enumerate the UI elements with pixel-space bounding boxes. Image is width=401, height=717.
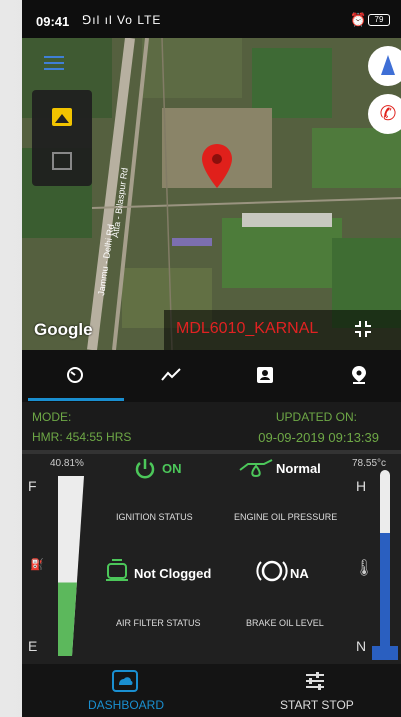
map-view[interactable]: Jammu - Delhi Rd Atta - Bilaspur Rd ✆ Go… — [22, 38, 401, 350]
tab-contact[interactable] — [218, 350, 313, 402]
satellite-layer-icon[interactable] — [52, 108, 72, 126]
sliders-icon[interactable] — [304, 670, 326, 692]
power-icon — [135, 459, 155, 479]
temperature-normal-label: N — [356, 638, 367, 654]
call-icon[interactable]: ✆ — [368, 94, 401, 134]
ignition-value: ON — [162, 461, 182, 476]
air-filter-label: AIR FILTER STATUS — [116, 618, 201, 628]
updated-label: UPDATED ON: — [275, 410, 357, 424]
temperature-gauge — [372, 470, 398, 660]
map-layer-icon[interactable] — [52, 152, 72, 170]
contact-card-icon — [257, 367, 273, 383]
engine-oil-value: Normal — [276, 461, 321, 476]
temperature-gauge-fill — [380, 533, 390, 650]
temperature-high-label: H — [356, 478, 367, 494]
bottom-nav: DASHBOARD START STOP — [22, 664, 401, 717]
collapse-icon[interactable] — [352, 318, 374, 340]
brake-oil-icon — [256, 560, 288, 582]
nav-start-stop[interactable]: START STOP — [280, 698, 354, 712]
google-logo: Google — [34, 320, 93, 339]
air-filter-value: Not Clogged — [134, 566, 212, 581]
speedometer-icon — [67, 367, 83, 383]
mode-label: MODE: — [32, 410, 72, 424]
fuel-full-label: F — [28, 478, 37, 494]
dashboard-nav-icon[interactable] — [112, 670, 138, 692]
satellite-imagery: Jammu - Delhi Rd Atta - Bilaspur Rd — [22, 38, 401, 350]
battery-icon: 79 — [368, 14, 390, 26]
alarm-icon: ⏰ — [350, 12, 367, 27]
fuel-gauge — [58, 476, 84, 656]
updated-value: 09-09-2019 09:13:39 — [258, 430, 379, 445]
air-filter-icon — [106, 559, 128, 581]
map-layer-panel — [32, 90, 92, 186]
vehicle-id: MDL6010_KARNAL — [176, 320, 319, 337]
brake-oil-value: NA — [290, 566, 309, 581]
active-tab-indicator — [28, 398, 124, 401]
fuel-gauge-fill — [58, 582, 77, 656]
temperature-value: 78.55°c — [352, 458, 387, 469]
engine-oil-label: ENGINE OIL PRESSURE — [234, 512, 338, 522]
status-bar: 09:41 ⅁ıl ıl Vo LTE ⏰ 79 — [22, 0, 401, 38]
fuel-empty-label: E — [28, 638, 38, 654]
location-marker-icon — [352, 366, 366, 384]
trend-icon — [161, 368, 181, 381]
phone-screen: 09:41 ⅁ıl ıl Vo LTE ⏰ 79 Jammu - Delhi R… — [22, 0, 401, 717]
engine-oil-icon — [239, 459, 273, 478]
fuel-percent: 40.81% — [50, 458, 84, 469]
location-pin-icon[interactable] — [202, 144, 232, 188]
tab-trend[interactable] — [123, 350, 218, 402]
ignition-label: IGNITION STATUS — [116, 512, 193, 522]
brake-oil-label: BRAKE OIL LEVEL — [246, 618, 324, 628]
info-panel: MODE: HMR: 454:55 HRS UPDATED ON: 09-09-… — [22, 402, 401, 450]
hmr-value: HMR: 454:55 HRS — [32, 430, 132, 444]
signal-icon: ⅁ıl ıl Vo LTE — [82, 13, 162, 27]
tab-bar — [22, 350, 401, 402]
nav-dashboard[interactable]: DASHBOARD — [88, 698, 164, 712]
dashboard-panel: 40.81% F E ⛽ 78.55°c H N 🌡 ON IGNITION S… — [22, 454, 401, 664]
tab-location[interactable] — [313, 350, 401, 402]
tab-dashboard[interactable] — [28, 350, 123, 402]
status-time: 09:41 — [36, 14, 70, 29]
fuel-pump-icon: ⛽ — [30, 559, 44, 571]
hamburger-menu-icon[interactable] — [44, 56, 64, 70]
compass-icon[interactable] — [368, 46, 401, 86]
